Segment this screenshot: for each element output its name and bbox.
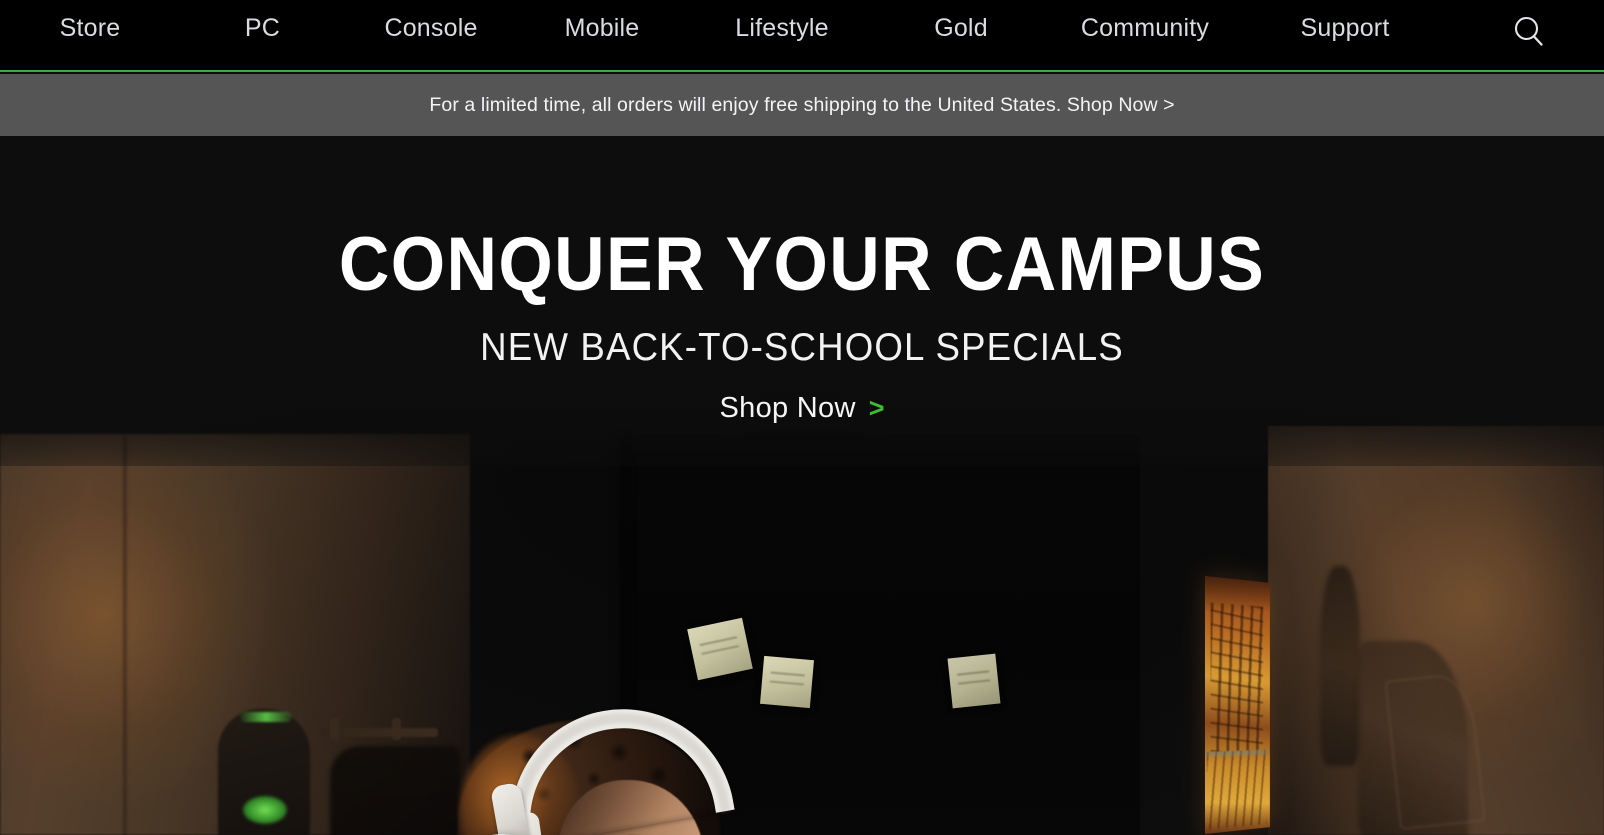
nav-item-gold[interactable]: Gold	[934, 13, 988, 43]
nav-item-lifestyle[interactable]: Lifestyle	[735, 13, 829, 43]
chevron-right-icon: >	[868, 393, 885, 423]
search-button[interactable]	[1508, 11, 1550, 53]
nav-item-console[interactable]: Console	[384, 13, 477, 43]
hero-copy-block: CONQUER YOUR CAMPUS NEW BACK-TO-SCHOOL S…	[0, 136, 1604, 425]
nav-links-container: Store PC Console Mobile Lifestyle Gold C…	[0, 0, 1604, 70]
nav-slot-pc: PC	[180, 13, 345, 43]
hero-shop-now-button[interactable]: Shop Now >	[720, 392, 885, 425]
nav-item-community[interactable]: Community	[1081, 13, 1209, 43]
backpack-green-glow	[243, 796, 287, 824]
page-root: Store PC Console Mobile Lifestyle Gold C…	[0, 0, 1604, 835]
nav-item-mobile[interactable]: Mobile	[565, 13, 640, 43]
left-wall-seam	[122, 436, 128, 835]
nav-item-store[interactable]: Store	[60, 13, 121, 43]
hero-shop-now-label: Shop Now	[719, 392, 856, 424]
sticky-note	[947, 653, 1001, 709]
nav-slot-community: Community	[1045, 13, 1245, 43]
promo-banner[interactable]: For a limited time, all orders will enjo…	[0, 74, 1604, 136]
hero-subtitle: NEW BACK-TO-SCHOOL SPECIALS	[480, 326, 1124, 369]
hero-title: CONQUER YOUR CAMPUS	[338, 222, 1266, 307]
wall-poster	[1205, 576, 1270, 834]
nav-slot-support: Support	[1245, 13, 1445, 43]
person-with-headphones	[330, 691, 850, 835]
search-icon	[1514, 16, 1543, 46]
nav-item-support[interactable]: Support	[1301, 13, 1390, 43]
nav-slot-gold: Gold	[877, 13, 1045, 43]
nav-item-pc[interactable]: PC	[245, 13, 280, 43]
promo-banner-text[interactable]: For a limited time, all orders will enjo…	[429, 94, 1174, 117]
hanging-garment	[1320, 566, 1360, 766]
backpack-green-accent	[240, 712, 292, 722]
hero-section: CONQUER YOUR CAMPUS NEW BACK-TO-SCHOOL S…	[0, 136, 1604, 835]
nav-slot-store: Store	[0, 13, 180, 43]
nav-slot-mobile: Mobile	[517, 13, 687, 43]
nav-slot-lifestyle: Lifestyle	[687, 13, 877, 43]
nav-slot-console: Console	[345, 13, 517, 43]
primary-navigation-bar: Store PC Console Mobile Lifestyle Gold C…	[0, 0, 1604, 72]
